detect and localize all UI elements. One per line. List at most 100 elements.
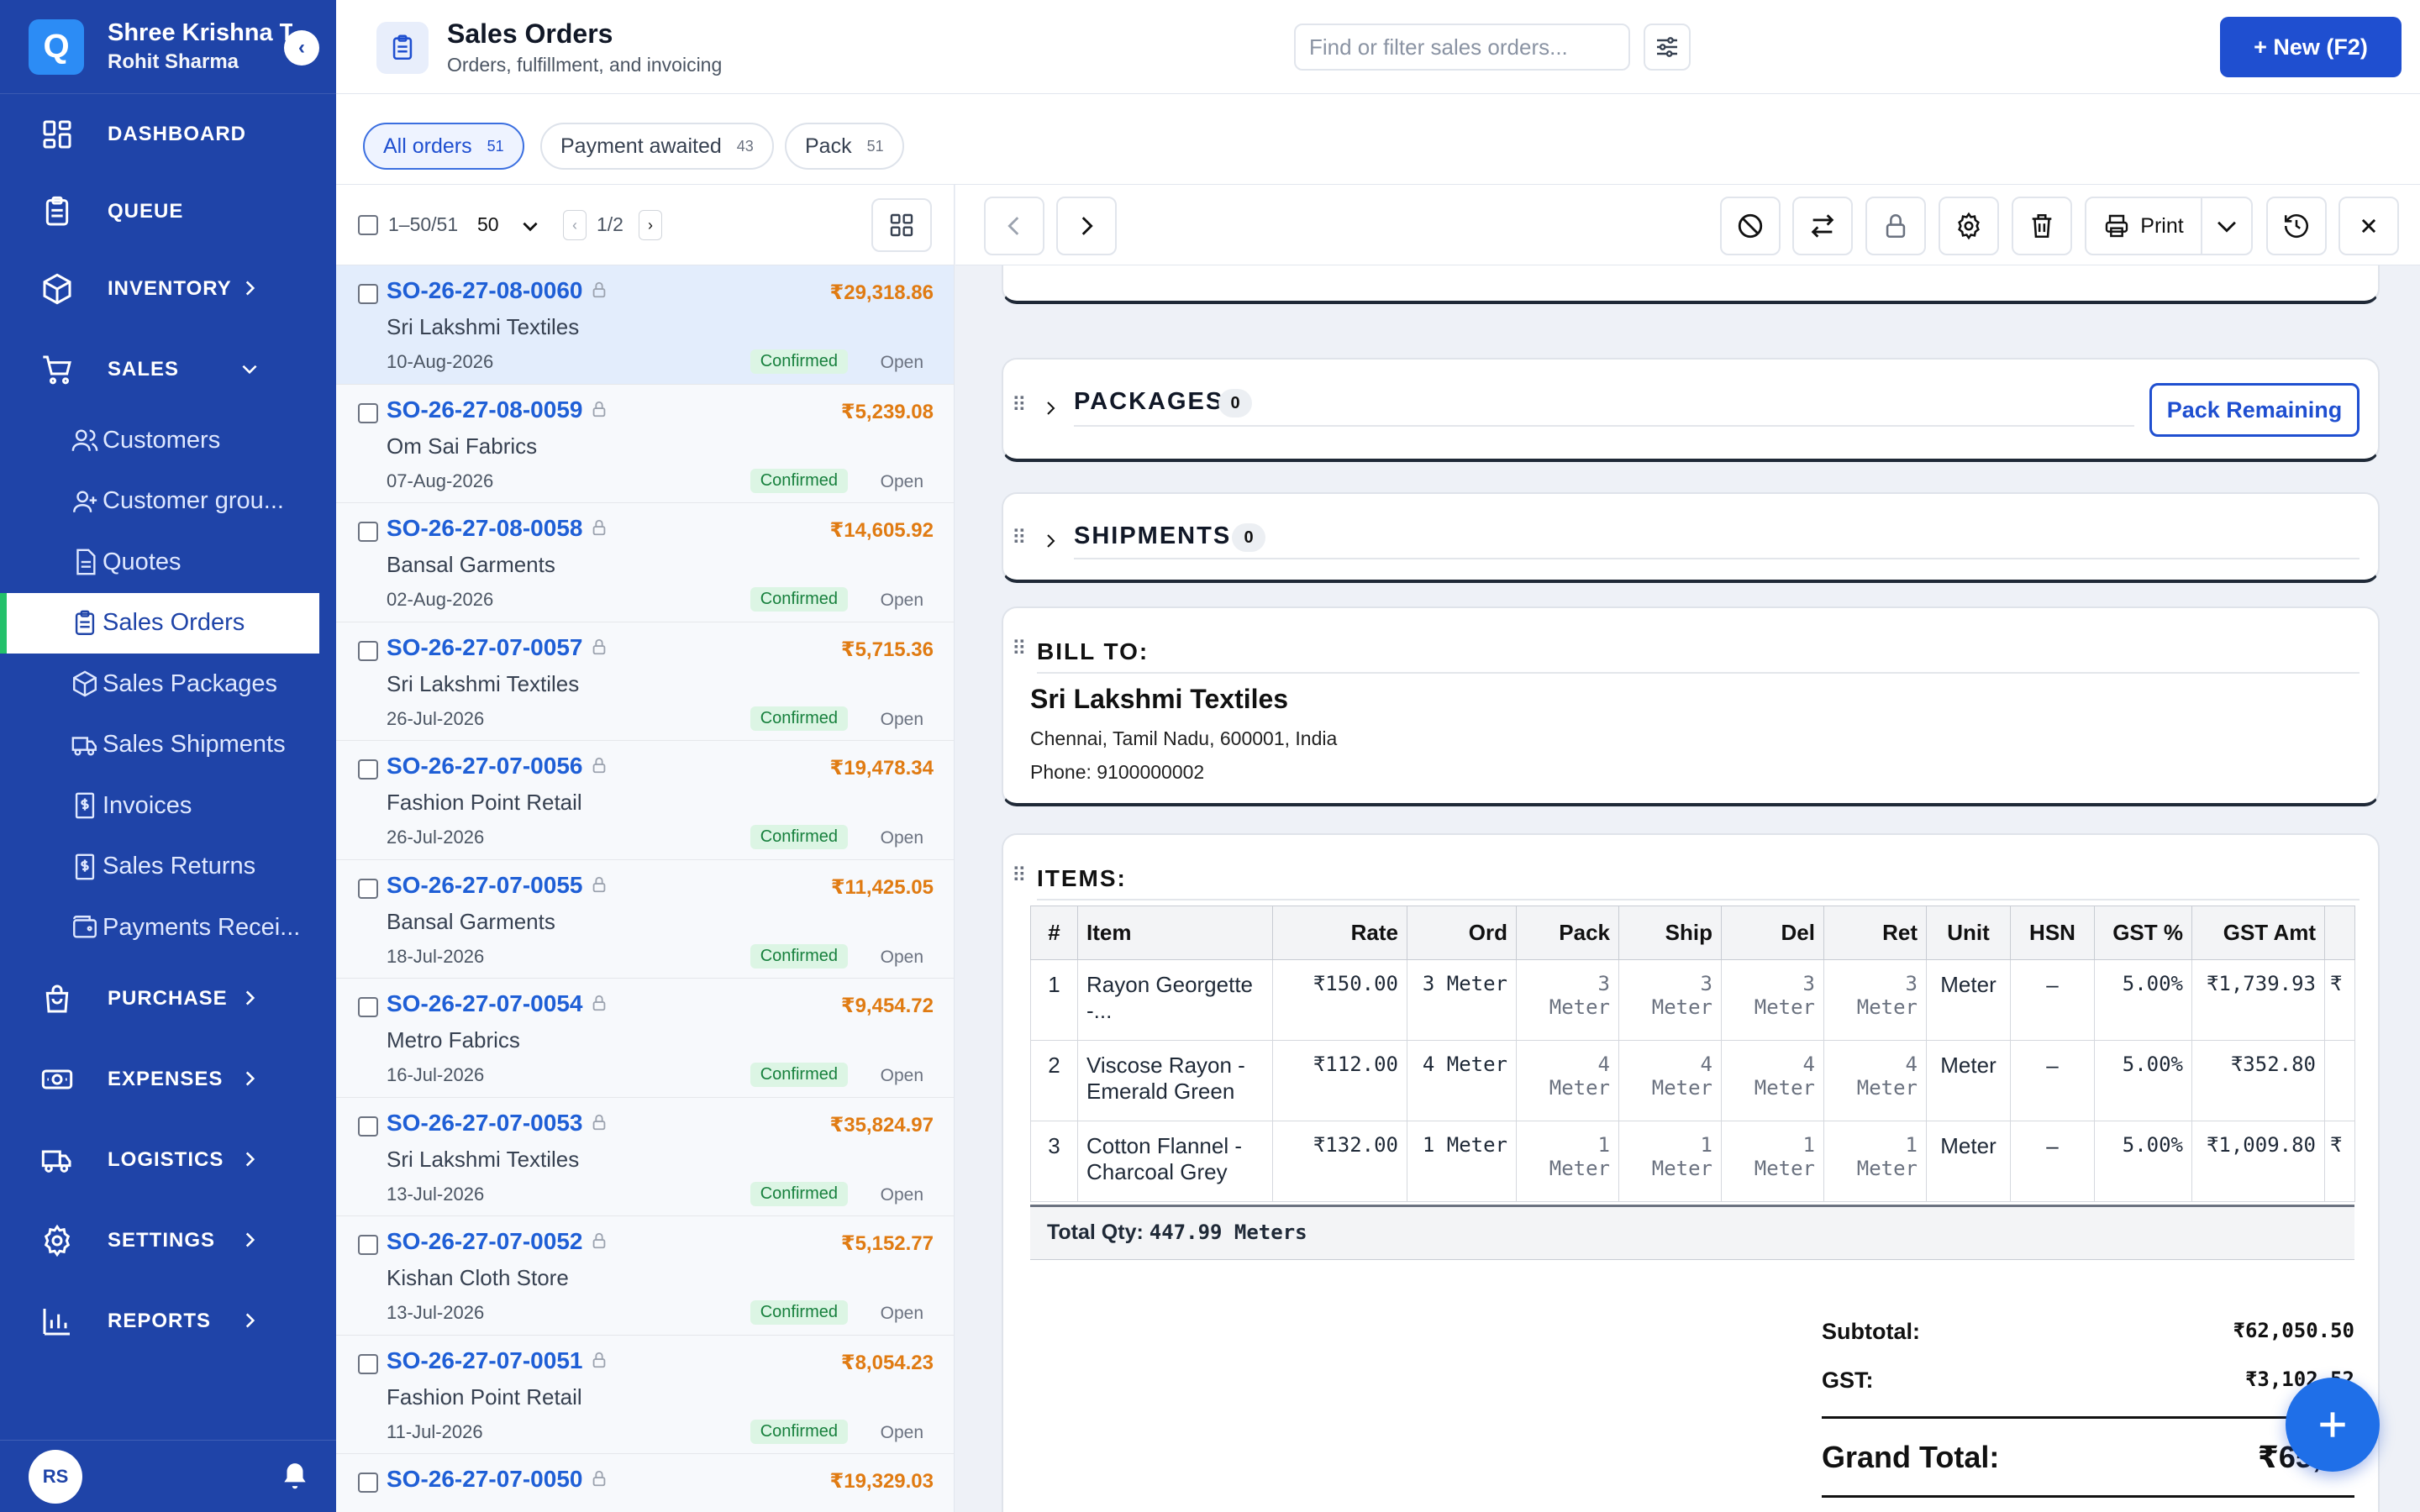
- order-number[interactable]: SO-26-27-08-0058: [387, 515, 582, 542]
- collapse-sidebar-button[interactable]: ‹: [284, 30, 319, 66]
- history-button[interactable]: [2266, 197, 2327, 255]
- settings-button[interactable]: [1939, 197, 1999, 255]
- nav-purchase[interactable]: PURCHASE: [0, 958, 336, 1039]
- order-number[interactable]: SO-26-27-07-0054: [387, 990, 582, 1017]
- prev-page-button[interactable]: ‹: [563, 210, 587, 240]
- order-row-checkbox[interactable]: [358, 640, 378, 661]
- print-button[interactable]: Print: [2085, 197, 2202, 255]
- lock-button[interactable]: [1865, 197, 1926, 255]
- chevron-down-icon[interactable]: [519, 215, 541, 237]
- order-number[interactable]: SO-26-27-08-0060: [387, 277, 582, 304]
- order-number[interactable]: SO-26-27-07-0053: [387, 1110, 582, 1137]
- subnav-invoices[interactable]: Invoices: [0, 775, 336, 837]
- tab-all-orders[interactable]: All orders 51: [363, 123, 524, 170]
- search-input[interactable]: [1294, 24, 1630, 71]
- subnav-sales-packages[interactable]: Sales Packages: [0, 654, 336, 715]
- subnav-sales-returns[interactable]: Sales Returns: [0, 837, 336, 898]
- order-row[interactable]: SO-26-27-07-0056 ₹19,478.34 Fashion Point …: [336, 741, 954, 860]
- convert-button[interactable]: [1792, 197, 1853, 255]
- order-row-checkbox[interactable]: [358, 284, 378, 304]
- order-row-checkbox[interactable]: [358, 997, 378, 1017]
- subnav-customers[interactable]: Customers: [0, 410, 336, 471]
- drag-handle-icon[interactable]: ⠿: [1012, 637, 1030, 662]
- subnav-sales-orders[interactable]: Sales Orders: [0, 592, 319, 654]
- order-row-checkbox[interactable]: [358, 1353, 378, 1374]
- chevron-right-icon[interactable]: [1040, 531, 1060, 551]
- order-row-checkbox[interactable]: [358, 1235, 378, 1255]
- bell-icon[interactable]: [279, 1461, 311, 1493]
- nav-dashboard[interactable]: DASHBOARD: [0, 94, 336, 175]
- filter-button[interactable]: [1644, 24, 1691, 71]
- order-row[interactable]: SO-26-27-07-0055 ₹11,425.05 Bansal Garment…: [336, 859, 954, 979]
- order-row-checkbox[interactable]: [358, 402, 378, 423]
- order-row[interactable]: SO-26-27-07-0053 ₹35,824.97 Sri Lakshmi Te…: [336, 1097, 954, 1216]
- order-number[interactable]: SO-26-27-07-0056: [387, 753, 582, 780]
- print-options-button[interactable]: [2201, 197, 2253, 255]
- order-row[interactable]: SO-26-27-07-0057 ₹5,715.36 Sri Lakshmi Tex…: [336, 622, 954, 741]
- items-header-row: # Item Rate Ord Pack Ship Del Ret Unit H…: [1030, 906, 2355, 960]
- subnav-quotes[interactable]: Quotes: [0, 532, 336, 593]
- order-row[interactable]: SO-26-27-07-0052 ₹5,152.77 Kishan Cloth St…: [336, 1216, 954, 1336]
- col-unit: Unit: [1926, 906, 2011, 960]
- nav-inventory[interactable]: INVENTORY: [0, 249, 336, 329]
- table-row[interactable]: 3 Cotton Flannel - Charcoal Grey ₹132.00 1 …: [1030, 1121, 2355, 1202]
- col-hsn: HSN: [2010, 906, 2095, 960]
- drag-handle-icon[interactable]: ⠿: [1012, 393, 1030, 418]
- order-row-checkbox[interactable]: [358, 1473, 378, 1493]
- grid-view-button[interactable]: [871, 198, 932, 252]
- nav-queue-label: QUEUE: [108, 200, 184, 223]
- bill-to-phone: Phone: 9100000002: [1030, 761, 1205, 783]
- table-row[interactable]: 2 Viscose Rayon - Emerald Green ₹112.00 4 M…: [1030, 1040, 2355, 1121]
- nav-reports[interactable]: REPORTS: [0, 1281, 336, 1362]
- app-logo[interactable]: Q: [29, 18, 84, 75]
- subnav-sales-shipments[interactable]: Sales Shipments: [0, 715, 336, 776]
- pack-remaining-button[interactable]: Pack Remaining: [2149, 383, 2360, 437]
- order-date: 02-Aug-2026: [387, 589, 494, 610]
- tab-payment-awaited[interactable]: Payment awaited 43: [540, 123, 774, 170]
- order-row[interactable]: SO-26-27-08-0058 ₹14,605.92 Bansal Garment…: [336, 503, 954, 622]
- new-order-button[interactable]: + New (F2): [2220, 17, 2402, 77]
- order-amount: ₹19,329.03: [829, 1470, 934, 1493]
- next-page-button[interactable]: ›: [639, 210, 662, 240]
- previous-order-button[interactable]: [984, 197, 1044, 255]
- order-number[interactable]: SO-26-27-07-0057: [387, 634, 582, 661]
- order-row[interactable]: SO-26-27-08-0059 ₹5,239.08 Om Sai Fabrics 0…: [336, 384, 954, 503]
- subnav-customer-groups[interactable]: Customer grou...: [0, 471, 336, 533]
- order-number[interactable]: SO-26-27-08-0059: [387, 396, 582, 423]
- drag-handle-icon[interactable]: ⠿: [1012, 864, 1030, 889]
- order-row-checkbox[interactable]: [358, 878, 378, 899]
- order-number[interactable]: SO-26-27-07-0055: [387, 872, 582, 899]
- order-row[interactable]: SO-26-27-07-0054 ₹9,454.72 Metro Fabrics 16…: [336, 979, 954, 1098]
- subnav-payments-received[interactable]: Payments Recei...: [0, 897, 336, 958]
- tab-pack[interactable]: Pack 51: [785, 123, 904, 170]
- order-row-checkbox[interactable]: [358, 1116, 378, 1137]
- order-row[interactable]: SO-26-27-08-0060 ₹29,318.86 Sri Lakshmi Te…: [336, 265, 954, 385]
- cancel-order-button[interactable]: [1720, 197, 1781, 255]
- select-all-checkbox[interactable]: [358, 215, 378, 235]
- order-number[interactable]: SO-26-27-07-0050: [387, 1466, 582, 1493]
- order-row[interactable]: SO-26-27-07-0050 ₹19,329.03: [336, 1454, 954, 1512]
- order-number[interactable]: SO-26-27-07-0051: [387, 1347, 582, 1374]
- order-amount: ₹29,318.86: [829, 281, 934, 304]
- chevron-right-icon[interactable]: [1040, 398, 1060, 418]
- order-state: Open: [880, 1066, 923, 1085]
- order-row-checkbox[interactable]: [358, 759, 378, 780]
- subnav-payments-received-label: Payments Recei...: [103, 913, 301, 941]
- nav-queue[interactable]: QUEUE: [0, 175, 336, 249]
- page-size-select[interactable]: 50: [477, 213, 499, 236]
- nav-logistics[interactable]: LOGISTICS: [0, 1120, 336, 1200]
- order-row-checkbox[interactable]: [358, 522, 378, 542]
- table-row[interactable]: 1 Rayon Georgette -... ₹150.00 3 Meter 3 Met…: [1030, 959, 2355, 1041]
- nav-settings[interactable]: SETTINGS: [0, 1200, 336, 1281]
- nav-sales[interactable]: SALES: [0, 329, 336, 410]
- items-divider: [1037, 899, 2360, 900]
- close-detail-button[interactable]: [2338, 197, 2399, 255]
- avatar[interactable]: RS: [29, 1449, 82, 1504]
- next-order-button[interactable]: [1056, 197, 1117, 255]
- order-row[interactable]: SO-26-27-07-0051 ₹8,054.23 Fashion Point R…: [336, 1335, 954, 1454]
- delete-button[interactable]: [2012, 197, 2072, 255]
- drag-handle-icon[interactable]: ⠿: [1012, 526, 1030, 551]
- add-fab-button[interactable]: [2286, 1378, 2380, 1472]
- order-number[interactable]: SO-26-27-07-0052: [387, 1228, 582, 1255]
- nav-expenses[interactable]: EXPENSES: [0, 1039, 336, 1120]
